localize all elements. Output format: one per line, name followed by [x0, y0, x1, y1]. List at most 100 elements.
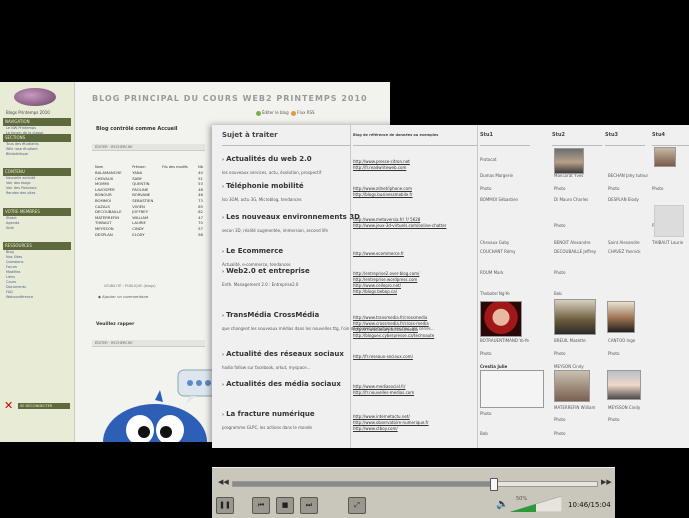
volume-label: 50% — [516, 496, 528, 502]
sidebar-link[interactable]: Webconférence — [3, 295, 71, 300]
student-cell: Chevaux Gaby — [480, 240, 510, 245]
reference-link[interactable]: http://www.presse-citron.net — [353, 159, 410, 164]
speaker-icon[interactable]: 🔈 — [496, 499, 508, 510]
reference-link[interactable]: http://www.ctboy.com/ — [353, 426, 398, 431]
student-cell: BECHAN Jahy tuteur — [608, 173, 649, 178]
previous-button[interactable]: ⏮ — [252, 497, 270, 514]
next-button[interactable]: ⏭ — [300, 497, 318, 514]
student-cell: MEYSON Cindy — [554, 364, 584, 369]
reference-link[interactable]: http://www.cellepro.net/ — [353, 283, 401, 288]
topic-arrow-icon: › — [222, 352, 225, 358]
sidebar-link[interactable]: Rendez des sites — [3, 191, 71, 196]
topic-label: Téléphonie mobilité — [226, 182, 304, 190]
student-photo-placeholder — [654, 205, 684, 237]
table-row[interactable]: DESPLAN ELODY 58 — [94, 232, 206, 238]
sidebar-section-members: VOTRE MEMBRES Statut Agenda Aide — [3, 208, 71, 231]
student-cell: Photo — [608, 351, 620, 356]
student-photo — [554, 299, 596, 335]
sidebar-link[interactable]: Aide — [3, 226, 71, 231]
student-cell: BOMMOI Sébastien — [480, 197, 519, 202]
student-cell: CANTOO Inge — [608, 338, 636, 343]
student-cell: Photo — [554, 270, 566, 275]
student-cell: Bob — [554, 291, 562, 296]
topic-label: Actualités du web 2.0 — [226, 155, 312, 163]
site-name: Blogs Printemps 2010 — [6, 110, 50, 115]
reference-link[interactable]: http://www.crossmedia.fr/cross-media — [353, 321, 429, 326]
student-cell: MATERREFIN William — [554, 405, 596, 410]
reference-link[interactable]: http://entreprise.wordpress.com — [353, 277, 417, 282]
reference-link[interactable]: http://www.ecommerce.fr — [353, 251, 404, 256]
topic-label: Actualité des réseaux sociaux — [226, 350, 344, 358]
student-cell: BENOIT Alexandre — [554, 240, 591, 245]
sidebar-header: VOTRE MEMBRES — [3, 208, 71, 216]
student-photo — [554, 370, 590, 402]
rss-icon — [291, 110, 297, 116]
rewind-icon[interactable]: ◀◀ — [218, 478, 229, 486]
reference-link[interactable]: http://www.metaversia.fr/ ?/ 5628 — [353, 217, 420, 222]
reference-link[interactable]: http://www.transmedia.fr/crossmedia — [353, 315, 427, 320]
reference-link[interactable]: http://www.zdnet/iphone.com — [353, 186, 412, 191]
mascot-bird-image — [103, 369, 219, 442]
edit-blog-link[interactable]: Éditer le blog — [262, 110, 289, 115]
reference-link[interactable]: http://blogues.cyberpresse.ca/technaute — [353, 333, 434, 338]
reference-link[interactable]: http://www.internetactu.net/ — [353, 414, 410, 419]
topic-arrow-icon: › — [222, 269, 225, 275]
stop-button[interactable]: ■ — [276, 497, 294, 514]
reference-link[interactable]: http://fr.reseaux-sociaux.com/ — [353, 354, 413, 359]
reference-link[interactable]: http://fr.wiktionary.fr/transmedia — [353, 327, 418, 332]
col-student-header: Stu2 — [552, 125, 602, 146]
topic-title: › Actualités des média sociaux — [222, 380, 341, 388]
close-icon[interactable]: ✕ — [4, 400, 16, 412]
topic-arrow-icon: › — [222, 412, 225, 418]
table-cell-empty — [161, 232, 197, 238]
pause-button[interactable]: ❚❚ — [216, 497, 234, 514]
student-cell: Photo — [554, 417, 566, 422]
topic-title: › TransMédia CrossMédia — [222, 311, 319, 319]
blog-logo — [14, 88, 56, 106]
topic-title: › Actualités du web 2.0 — [222, 155, 312, 163]
sidebar-header: RESSOURCES — [3, 242, 71, 250]
reference-link[interactable]: http://www.mediasocial.fr/ — [353, 384, 406, 389]
student-photo — [480, 301, 522, 337]
reference-link[interactable]: http://blogs.businessmobile.fr — [353, 192, 413, 197]
column-divider — [350, 125, 351, 448]
seek-handle[interactable] — [489, 478, 498, 491]
table-header: ÉDITER · RECHERCHE — [92, 144, 205, 151]
topic-title: › Actualité des réseaux sociaux — [222, 350, 344, 358]
table-cell: ELODY — [132, 231, 145, 237]
table-cell: DESPLAN — [95, 231, 113, 237]
reference-link[interactable]: http://fr.nouvelles-medias.com — [353, 390, 414, 395]
col-links-header: Blog de référence de données ou exemples — [353, 125, 477, 146]
topic-description: programme GLPC, les actions dans le mond… — [222, 425, 312, 430]
blog-subtitle: Blog contrôlé comme Accueil — [96, 126, 178, 132]
media-player-bar: ◀◀ ▶▶ ❚❚ ⏮ ■ ⏭ ⤢ 🔈 50% 10:46/15:04 — [212, 467, 615, 518]
student-cell: Photo — [554, 223, 566, 228]
student-cell: Photo — [480, 351, 492, 356]
student-photo-placeholder — [480, 370, 544, 408]
forward-icon[interactable]: ▶▶ — [601, 478, 612, 486]
add-comment-link[interactable]: ◆ Ajouter un commentaire — [98, 294, 148, 299]
student-photo — [654, 147, 676, 167]
table-cell: 58 — [198, 231, 203, 237]
fullscreen-button[interactable]: ⤢ — [348, 497, 366, 514]
rss-link[interactable]: Flux RSS — [297, 110, 314, 115]
student-cell: BREUIL Mazette — [554, 338, 586, 343]
student-cell: Dumas Margerie — [480, 173, 514, 178]
topic-title: › Le Ecommerce — [222, 247, 283, 255]
student-cell: BOTRAUENTIMAND Yo-Ye — [480, 338, 529, 343]
seek-bar[interactable] — [232, 478, 598, 491]
reference-link[interactable]: http://entreprise2.over-blog.com/ — [353, 271, 419, 276]
student-cell: Photo — [608, 186, 620, 191]
reference-link[interactable]: http://fr.readwriteweb.com — [353, 165, 406, 170]
student-cell: Bob — [480, 431, 488, 436]
reference-link[interactable]: http://www.jeux-3d-virtuels.com/online-c… — [353, 223, 446, 228]
logout-link[interactable]: SE DÉCONNECTER — [18, 403, 70, 409]
sidebar-link[interactable]: Bibliothèque — [3, 152, 71, 157]
topic-arrow-icon: › — [222, 215, 225, 221]
student-cell: Di Mauro Charles — [554, 197, 589, 202]
sidebar-section-sections: SECTIONS Tous des étudiants Wiki rose ét… — [3, 134, 71, 157]
reference-link[interactable]: http://www.observatoire-numerique.fr — [353, 420, 429, 425]
student-photo — [554, 148, 584, 174]
reference-link[interactable]: http://blogs.bebop.ca/ — [353, 289, 397, 294]
student-table: Nom Prénom Fils des modifs Nb BALAMANCHE… — [94, 164, 206, 237]
